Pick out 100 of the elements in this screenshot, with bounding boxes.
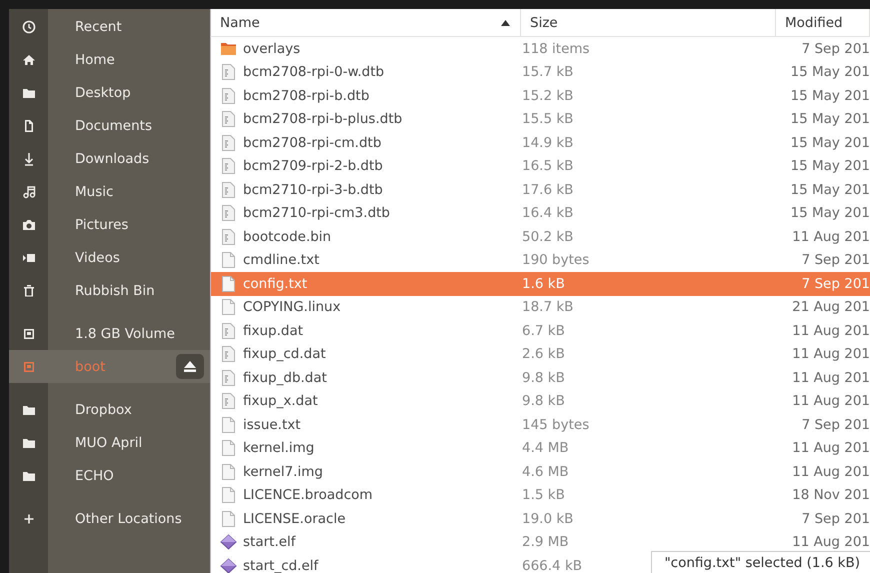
file-name: bcm2708-rpi-b-plus.dtb: [243, 111, 402, 128]
folder-icon: [220, 41, 237, 56]
sidebar-item[interactable]: Home: [9, 43, 210, 76]
modified-date: 7 Sep 201: [800, 252, 870, 268]
file-size: 15.7 kB: [521, 64, 574, 80]
modified-date: 11 Aug 201: [791, 534, 870, 550]
modified-date: 15 May 201: [790, 134, 870, 151]
file-name: overlays: [243, 40, 300, 57]
modified-date: 18 Nov 201: [791, 487, 870, 504]
sidebar-item[interactable]: Dropbox: [9, 393, 210, 426]
download-icon: [22, 152, 36, 166]
text-file-icon: [220, 510, 237, 527]
eject-button[interactable]: [176, 354, 204, 379]
file-size: 16.4 kB: [521, 205, 574, 222]
modified-date: 7 Sep 201: [800, 40, 870, 57]
modified-date: 11 Aug 201: [791, 464, 870, 480]
column-header[interactable]: Size: [521, 9, 776, 36]
sidebar-item[interactable]: Videos: [9, 241, 210, 274]
text-file-icon: [220, 276, 237, 292]
file-size: 15.2 kB: [521, 88, 574, 104]
sidebar-item[interactable]: Desktop: [9, 76, 210, 109]
modified-date: 15 May 201: [790, 182, 870, 198]
file-size: 6.7 kB: [521, 322, 565, 339]
binary-file-icon: [220, 322, 237, 339]
sidebar-item[interactable]: Recent: [9, 10, 210, 43]
modified-date: 7 Sep 201: [800, 510, 870, 527]
file-name: start_cd.elf: [243, 558, 318, 573]
drive-icon: [22, 326, 36, 340]
clock-icon: [22, 20, 36, 34]
modified-date: 15 May 201: [790, 205, 870, 222]
music-icon: [22, 184, 36, 198]
modified-date: 21 Aug 201: [791, 299, 870, 316]
binary-file-icon: [220, 88, 237, 104]
sidebar-item[interactable]: ECHO: [9, 459, 210, 492]
executable-icon: [220, 558, 237, 573]
file-name: LICENSE.oracle: [243, 510, 346, 527]
file-name: bootcode.bin: [243, 228, 332, 245]
file-name: fixup_db.dat: [243, 370, 327, 386]
file-size: 18.7 kB: [521, 299, 574, 316]
camera-icon: [22, 218, 36, 232]
binary-file-icon: [220, 393, 237, 410]
file-size: 15.5 kB: [521, 111, 574, 128]
file-name: LICENCE.broadcom: [243, 487, 373, 504]
file-size: 2.6 kB: [521, 346, 565, 362]
binary-file-icon: [220, 134, 237, 151]
sidebar-item[interactable]: Rubbish Bin: [9, 274, 210, 307]
sidebar-item[interactable]: 1.8 GB Volume: [9, 317, 210, 350]
sidebar-item[interactable]: Downloads: [9, 142, 210, 175]
file-name: fixup_cd.dat: [243, 346, 326, 362]
file-name: fixup_x.dat: [243, 393, 318, 410]
sidebar-item[interactable]: MUO April: [9, 426, 210, 459]
column-header[interactable]: Name: [211, 9, 521, 36]
binary-file-icon: [220, 182, 237, 198]
modified-date: 15 May 201: [790, 64, 870, 80]
file-name: fixup.dat: [243, 322, 304, 339]
file-size: 50.2 kB: [521, 228, 574, 245]
file-size: 4.6 MB: [521, 464, 569, 480]
sidebar-item[interactable]: Pictures: [9, 208, 210, 241]
file-size: 14.9 kB: [521, 134, 574, 151]
document-icon: [22, 118, 36, 132]
modified-date: 11 Aug 201: [791, 370, 870, 386]
file-size: 1.6 kB: [521, 276, 565, 292]
file-name: bcm2708-rpi-cm.dtb: [243, 134, 382, 151]
executable-icon: [220, 534, 237, 550]
modified-date: 11 Aug 201: [791, 228, 870, 245]
modified-date: 11 Aug 201: [791, 393, 870, 410]
drive-icon: [22, 360, 36, 374]
file-size: 9.8 kB: [521, 370, 565, 386]
file-name: bcm2708-rpi-0-w.dtb: [243, 64, 384, 80]
file-size: 2.9 MB: [521, 534, 569, 550]
file-size: 4.4 MB: [521, 440, 569, 456]
file-size: 145 bytes: [521, 416, 590, 433]
binary-file-icon: [220, 205, 237, 222]
file-size: 1.5 kB: [521, 487, 565, 504]
file-name: COPYING.linux: [243, 299, 341, 316]
text-file-icon: [220, 299, 237, 316]
file-name: kernel7.img: [243, 464, 323, 480]
file-name: bcm2710-rpi-3-b.dtb: [243, 182, 383, 198]
file-size: 16.5 kB: [521, 158, 574, 174]
eject-icon: [184, 361, 196, 372]
sidebar-item[interactable]: Documents: [9, 109, 210, 142]
column-header[interactable]: Modified: [776, 9, 870, 36]
plus-icon: [22, 512, 36, 526]
text-file-icon: [220, 416, 237, 433]
modified-date: 11 Aug 201: [791, 440, 870, 456]
sidebar-item[interactable]: Other Locations: [9, 502, 210, 535]
file-size: 666.4 kB: [521, 558, 582, 573]
file-size: 19.0 kB: [521, 510, 574, 527]
modified-date: 11 Aug 201: [791, 346, 870, 362]
file-size: 17.6 kB: [521, 182, 574, 198]
status-overlay: "config.txt" selected (1.6 kB): [651, 551, 870, 573]
file-name: config.txt: [243, 276, 308, 292]
modified-date: 7 Sep 201: [800, 416, 870, 433]
trash-icon: [22, 284, 36, 298]
file-name: bcm2709-rpi-2-b.dtb: [243, 158, 383, 174]
file-size: 190 bytes: [521, 252, 590, 268]
text-file-icon: [220, 487, 237, 504]
text-file-icon: [220, 464, 237, 480]
file-size: 9.8 kB: [521, 393, 565, 410]
sidebar-item[interactable]: Music: [9, 175, 210, 208]
